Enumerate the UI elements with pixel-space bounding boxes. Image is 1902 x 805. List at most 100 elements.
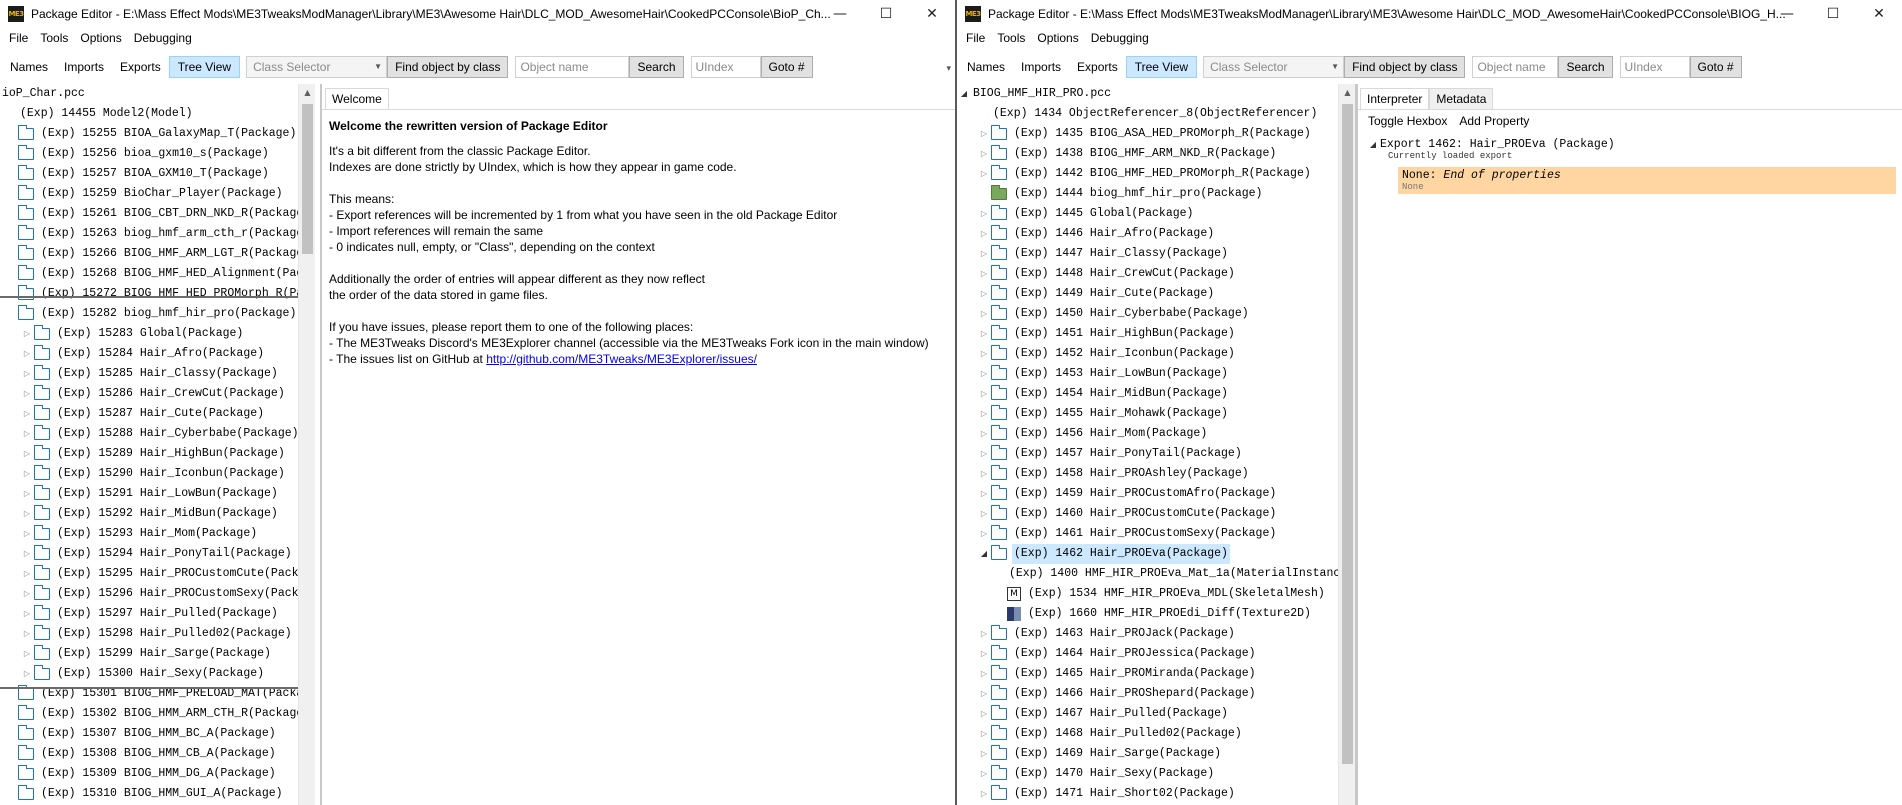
add-property-button[interactable]: Add Property (1453, 110, 1535, 132)
tree-row[interactable]: (Exp) 1660 HMF_HIR_PROEdi_Diff(Texture2D… (957, 604, 1338, 624)
tree-row[interactable]: (Exp) 15302 BIOG_HMM_ARM_CTH_R(Package) (0, 704, 298, 724)
tree-row[interactable]: (Exp) 15282 biog_hmf_hir_pro(Package) (0, 304, 298, 324)
github-issues-link[interactable]: http://github.com/ME3Tweaks/ME3Explorer/… (486, 352, 757, 366)
tree-row[interactable]: ▷ (Exp) 15283 Global(Package) (0, 324, 298, 344)
tree-row[interactable]: ◢ (Exp) 1462 Hair_PROEva(Package) (957, 544, 1338, 564)
tree-row[interactable]: ▷ (Exp) 1449 Hair_Cute(Package) (957, 284, 1338, 304)
tree-row[interactable]: (Exp) 15266 BIOG_HMF_ARM_LGT_R(Package) (0, 244, 298, 264)
menu-options[interactable]: Options (1031, 28, 1084, 49)
expand-arrow-icon[interactable]: ▷ (20, 464, 34, 484)
exports-button[interactable]: Exports (1069, 56, 1126, 78)
expand-arrow-icon[interactable]: ▷ (977, 224, 991, 244)
expand-arrow-icon[interactable]: ▷ (20, 604, 34, 624)
collapse-arrow-icon[interactable]: ◢ (977, 544, 991, 564)
tree-row[interactable]: (Exp) 1400 HMF_HIR_PROEva_Mat_1a(Materia… (957, 564, 1338, 584)
expand-arrow-icon[interactable]: ▷ (20, 344, 34, 364)
tree-row[interactable]: (Exp) 15309 BIOG_HMM_DG_A(Package) (0, 764, 298, 784)
menu-file[interactable]: File (3, 28, 34, 49)
tree-row[interactable]: ▷ (Exp) 15298 Hair_Pulled02(Package) (0, 624, 298, 644)
goto-button[interactable]: Goto # (1689, 55, 1742, 78)
scrollbar-thumb[interactable] (302, 104, 313, 254)
tree-row[interactable]: ▷ (Exp) 15287 Hair_Cute(Package) (0, 404, 298, 424)
expand-arrow-icon[interactable]: ▷ (977, 464, 991, 484)
left-titlebar[interactable]: ME3 Package Editor - E:\Mass Effect Mods… (0, 0, 955, 28)
export-tree[interactable]: ioP_Char.pcc (Exp) 14455 Model2(Model) (E… (0, 84, 298, 805)
tree-row[interactable]: ▷ (Exp) 15286 Hair_CrewCut(Package) (0, 384, 298, 404)
expand-arrow-icon[interactable]: ▷ (20, 424, 34, 444)
scroll-up-icon[interactable]: ▲ (1339, 88, 1356, 97)
expand-arrow-icon[interactable]: ▷ (977, 304, 991, 324)
close-icon[interactable]: ✕ (909, 0, 955, 28)
imports-button[interactable]: Imports (56, 56, 112, 78)
expand-arrow-icon[interactable]: ▷ (20, 544, 34, 564)
tree-row[interactable]: ▷ (Exp) 1469 Hair_Sarge(Package) (957, 744, 1338, 764)
tree-row[interactable]: (Exp) 15310 BIOG_HMM_GUI_A(Package) (0, 784, 298, 804)
right-titlebar[interactable]: ME3 Package Editor - E:\Mass Effect Mods… (957, 0, 1902, 28)
tree-row[interactable]: ▷ (Exp) 1453 Hair_LowBun(Package) (957, 364, 1338, 384)
tab-metadata[interactable]: Metadata (1429, 88, 1494, 110)
tree-row[interactable]: ▷ (Exp) 1450 Hair_Cyberbabe(Package) (957, 304, 1338, 324)
scroll-up-icon[interactable]: ▲ (299, 88, 316, 97)
menu-tools[interactable]: Tools (34, 28, 74, 49)
expand-arrow-icon[interactable]: ▷ (977, 504, 991, 524)
tree-row[interactable]: ▷ (Exp) 1442 BIOG_HMF_HED_PROMorph_R(Pack… (957, 164, 1338, 184)
expand-arrow-icon[interactable]: ▷ (977, 364, 991, 384)
close-icon[interactable]: ✕ (1856, 0, 1902, 28)
expand-arrow-icon[interactable]: ◢ (1366, 140, 1380, 149)
expand-arrow-icon[interactable]: ▷ (977, 424, 991, 444)
expand-arrow-icon[interactable]: ▷ (977, 144, 991, 164)
tree-row[interactable]: ▷ (Exp) 1438 BIOG_HMF_ARM_NKD_R(Package) (957, 144, 1338, 164)
tree-row[interactable]: ▷ (Exp) 15296 Hair_PROCustomSexy(Package) (0, 584, 298, 604)
tree-row[interactable]: ▷ (Exp) 15300 Hair_Sexy(Package) (0, 664, 298, 684)
menu-file[interactable]: File (960, 28, 991, 49)
tab-interpreter[interactable]: Interpreter (1360, 88, 1430, 110)
tree-row[interactable]: ▷ (Exp) 15293 Hair_Mom(Package) (0, 524, 298, 544)
menu-debugging[interactable]: Debugging (128, 28, 198, 49)
uindex-input[interactable]: UIndex (1619, 55, 1690, 78)
expand-arrow-icon[interactable]: ▷ (20, 364, 34, 384)
tree-row[interactable]: ▷ (Exp) 1467 Hair_Pulled(Package) (957, 704, 1338, 724)
tree-view-button[interactable]: Tree View (1125, 55, 1198, 78)
tree-row[interactable]: ▷ (Exp) 1458 Hair_PROAshley(Package) (957, 464, 1338, 484)
expand-arrow-icon[interactable]: ▷ (20, 664, 34, 684)
right-tree-scrollbar[interactable]: ▲ (1338, 84, 1355, 805)
tree-row[interactable]: ▷ (Exp) 15294 Hair_PonyTail(Package) (0, 544, 298, 564)
tree-row[interactable]: (Exp) 15272 BIOG_HMF_HED_PROMorph_R(Pack… (0, 284, 298, 304)
uindex-input[interactable]: UIndex (690, 55, 761, 78)
expand-arrow-icon[interactable]: ◢ (957, 84, 971, 104)
minimize-icon[interactable]: — (817, 0, 863, 28)
toggle-hexbox-button[interactable]: Toggle Hexbox (1362, 110, 1453, 132)
class-selector-dropdown[interactable]: Class Selector ▼ (246, 55, 388, 78)
goto-button[interactable]: Goto # (760, 55, 813, 78)
tree-row[interactable]: ▷ (Exp) 1452 Hair_Iconbun(Package) (957, 344, 1338, 364)
tab-welcome[interactable]: Welcome (325, 88, 389, 110)
menu-debugging[interactable]: Debugging (1085, 28, 1155, 49)
tree-row[interactable]: ▷ (Exp) 1445 Global(Package) (957, 204, 1338, 224)
expand-arrow-icon[interactable]: ▷ (977, 704, 991, 724)
tree-row[interactable]: ▷ (Exp) 1471 Hair_Short02(Package) (957, 784, 1338, 804)
expand-arrow-icon[interactable]: ▷ (20, 524, 34, 544)
export-tree[interactable]: ◢ BIOG_HMF_HIR_PRO.pcc (Exp) 1434 Object… (957, 84, 1338, 805)
expand-arrow-icon[interactable]: ▷ (977, 664, 991, 684)
tree-row[interactable]: ▷ (Exp) 1448 Hair_CrewCut(Package) (957, 264, 1338, 284)
expand-arrow-icon[interactable]: ▷ (977, 764, 991, 784)
tree-row[interactable]: ▷ (Exp) 1468 Hair_Pulled02(Package) (957, 724, 1338, 744)
find-object-by-class-button[interactable]: Find object by class (1344, 55, 1466, 78)
maximize-icon[interactable]: ☐ (863, 0, 909, 28)
expand-arrow-icon[interactable]: ▷ (977, 644, 991, 664)
tree-row[interactable]: (Exp) 15307 BIOG_HMM_BC_A(Package) (0, 724, 298, 744)
expand-arrow-icon[interactable]: ▷ (977, 164, 991, 184)
expand-arrow-icon[interactable]: ▷ (977, 204, 991, 224)
tree-row[interactable]: ▷ (Exp) 1456 Hair_Mom(Package) (957, 424, 1338, 444)
tree-row[interactable]: (Exp) 15261 BIOG_CBT_DRN_NKD_R(Package) (0, 204, 298, 224)
expand-arrow-icon[interactable]: ▷ (977, 124, 991, 144)
object-name-input[interactable]: Object name (1472, 55, 1559, 78)
menu-options[interactable]: Options (74, 28, 127, 49)
tree-root-file[interactable]: ◢ BIOG_HMF_HIR_PRO.pcc (957, 84, 1338, 104)
expand-arrow-icon[interactable]: ▷ (20, 644, 34, 664)
search-button[interactable]: Search (1558, 55, 1613, 78)
tree-row[interactable]: ▷ (Exp) 15297 Hair_Pulled(Package) (0, 604, 298, 624)
property-tree-root[interactable]: ◢ Export 1462: Hair_PROEva (Package) (1366, 138, 1896, 151)
expand-arrow-icon[interactable]: ▷ (977, 524, 991, 544)
tree-row[interactable]: ▷ (Exp) 15299 Hair_Sarge(Package) (0, 644, 298, 664)
